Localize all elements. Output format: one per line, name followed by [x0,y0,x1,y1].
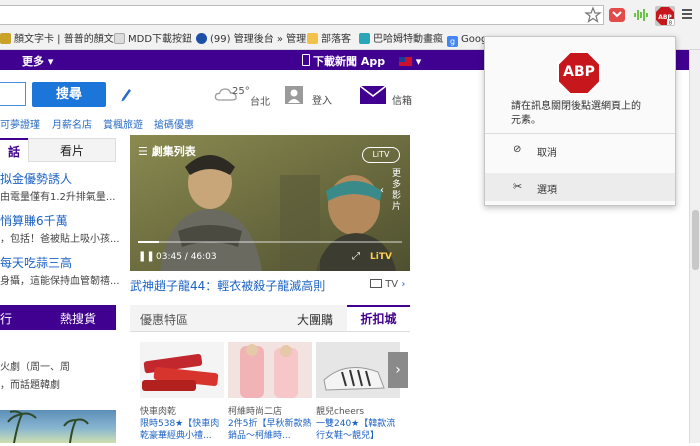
document-icon [114,33,125,44]
carousel-next-button[interactable]: › [388,352,408,388]
news-title[interactable]: 拟金優勢誘人 [0,170,72,187]
wrench-icon: ✂ [513,180,523,193]
deal-shop[interactable]: 靚兒cheers [316,404,364,417]
trending-thumbnail[interactable] [0,410,116,444]
bookmark-item[interactable]: (99) 管理後台 » 管理 [196,32,306,47]
bookmark-item[interactable]: 巴哈姆特動畫瘋 [359,32,443,47]
weather-city[interactable]: 台北 [250,93,270,108]
taiwan-flag-icon[interactable] [398,57,412,66]
pause-icon[interactable]: ❚❚ [138,251,155,262]
weather-temp: 25° [232,86,250,97]
news-desc: 身攝，這能保持血管韌禧... [0,276,120,287]
tv-link[interactable]: TV › [370,279,405,290]
litv-watermark: LiTV [362,147,400,163]
svg-text:8: 8 [669,21,672,27]
login-link[interactable]: 登入 [312,92,332,107]
list-icon: ☰ [138,145,148,158]
chevron-down-icon: ▾ [415,55,422,68]
tab-rank[interactable]: 行 [0,310,12,327]
adblock-plus-icon[interactable]: ABP 8 [655,6,675,27]
bookmark-star-icon[interactable] [584,6,602,24]
chrome-menu-icon[interactable] [682,9,692,19]
pencil-icon[interactable] [119,86,133,105]
deal-title[interactable]: 限時538★【快車肉乾豪華經典小禮... [140,418,224,442]
deal-image[interactable] [140,342,224,398]
search-input[interactable] [0,82,26,106]
tab-video[interactable]: 看片 [28,138,116,162]
news-desc: ，包括！爸被貼上吸小孩... [0,234,120,245]
sublink[interactable]: 月薪名店 [52,116,92,131]
trending-tabs [0,305,116,330]
more-videos-button[interactable]: 更多影片 [392,169,404,213]
bookmark-favicon-icon [359,33,370,44]
video-caption[interactable]: 武神趙子龍44：輕衣被殺子龍滅高則 [130,277,325,294]
tv-icon [370,279,382,288]
news-desc: 由電量僅有1.2升排氣量... [0,192,116,203]
page-scrollbar[interactable] [689,50,700,443]
fullscreen-icon[interactable]: ⤢ [352,251,360,262]
tab-group-buy[interactable]: 大團購 [297,311,333,328]
abp-options-button[interactable]: ✂ 選項 [485,173,675,201]
deal-title[interactable]: 2件5折【早秋新款熱銷品～柯維時... [228,418,312,442]
abp-cancel-button[interactable]: ⊘ 取消 [485,137,675,163]
playlist-button[interactable]: ☰ 劇集列表 [138,143,196,159]
mail-link[interactable]: 信箱 [392,92,412,107]
google-icon: g [447,36,458,47]
tab-news[interactable]: 話 [0,138,28,164]
deal-shop[interactable]: 柯維時尚二店 [228,404,282,417]
tab-deals[interactable]: 優惠特區 [140,311,188,328]
sublink[interactable]: 賞楓旅遊 [103,116,143,131]
abp-logo: ABP [557,51,601,98]
chevron-left-icon[interactable]: ‹ [380,185,384,196]
bookmark-item[interactable]: MDD下載按鈕 [114,32,192,47]
video-time: 03:45 / 46:03 [156,252,217,262]
adblock-plus-popup: ABP 請在訊息關閉後點選網頁上的元素。 ⊘ 取消 ✂ 選項 [484,36,676,206]
litv-logo: LiTV [370,252,392,262]
bookmark-folder[interactable]: 部落客 [307,32,351,47]
abp-message: 請在訊息關閉後點選網頁上的元素。 [511,101,641,126]
news-title[interactable]: 悄算賺6千萬 [0,212,68,229]
more-menu[interactable]: 更多 ▾ [22,53,53,69]
sublink[interactable]: 可夢證瑾 [0,116,40,131]
download-app-link[interactable]: 下載新聞 App ▾ [302,53,421,69]
address-bar[interactable] [0,5,604,25]
user-avatar-icon[interactable] [285,86,303,104]
folder-icon [307,33,318,44]
bookmark-favicon-icon [0,33,11,44]
deal-image[interactable] [228,342,312,398]
chevron-down-icon: ▾ [47,55,54,68]
trending-text[interactable]: ，而話題韓劇 [0,376,60,391]
divider [485,133,675,134]
mail-icon[interactable] [359,85,387,107]
deal-title[interactable]: 一雙240★【韓款流行女鞋～靚兒】 [316,418,400,442]
bookmark-item[interactable]: 顏文字卡 | 普普的顏文 [0,32,114,47]
audio-extension-icon[interactable] [632,6,650,24]
tab-discount[interactable]: 折扣城 [347,305,410,331]
bookmark-favicon-icon [196,33,207,44]
phone-icon [302,54,310,66]
sublink[interactable]: 搶碼優惠 [154,116,194,131]
news-title[interactable]: 每天吃蒜三高 [0,254,72,271]
tab-hot-search[interactable]: 熱搜貨 [60,310,96,327]
chevron-right-icon: › [401,279,406,290]
bookmark-item[interactable]: g Goog [447,32,487,47]
search-button[interactable]: 搜尋 [32,82,106,107]
pocket-extension-icon[interactable] [608,6,626,24]
deal-shop[interactable]: 快車肉乾 [140,404,176,417]
video-progress-bar[interactable] [138,241,402,243]
block-icon: ⊘ [513,144,522,155]
video-player[interactable]: ☰ 劇集列表 LiTV 更多影片 ‹ ❚❚ 03:45 / 46:03 ⤢ Li… [130,135,410,271]
trending-text[interactable]: 火劇（周一、周 [0,358,70,373]
scrollbar-thumb[interactable] [692,210,699,270]
